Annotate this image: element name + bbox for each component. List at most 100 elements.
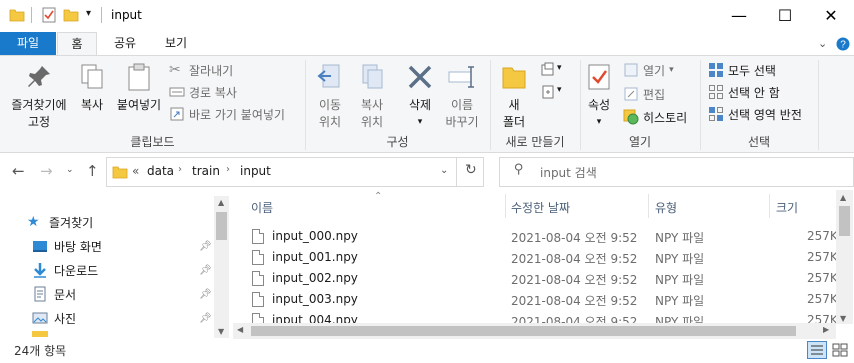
copy-to-icon [362,64,383,89]
table-row[interactable]: input_000.npy 2021-08-04 오전 9:52 NPY 파일 … [240,227,836,248]
delete-label: 삭제 [408,98,432,112]
file-type: NPY 파일 [655,315,705,323]
select-all-button[interactable]: 모두 선택 [708,60,776,80]
new-folder-icon[interactable] [63,7,79,23]
history-button[interactable]: 히스토리 [623,107,687,127]
table-row[interactable]: input_001.npy 2021-08-04 오전 9:52 NPY 파일 … [240,248,836,269]
address-dropdown-icon[interactable]: ⌄ [440,165,448,176]
details-view-icon[interactable] [807,341,827,359]
breadcrumb-data[interactable]: data [147,164,174,178]
table-row[interactable]: input_003.npy 2021-08-04 오전 9:52 NPY 파일 … [240,290,836,311]
new-folder-button[interactable]: 새 폴더 [496,62,532,131]
edit-button[interactable]: 편집 [623,84,665,104]
scissors-icon: ✂ [169,62,181,78]
select-none-button[interactable]: 선택 안 함 [708,82,780,102]
pin-icon[interactable]: 📌︎ [199,241,212,252]
copy-path-icon [169,87,185,97]
up-button[interactable]: ↑ [86,162,99,180]
paste-shortcut-button[interactable]: 바로 가기 붙여넣기 [169,104,285,124]
breadcrumb-train[interactable]: train [192,164,220,178]
nav-item-downloads[interactable]: 다운로드 [32,259,98,281]
pin-icon[interactable]: 📌︎ [199,265,212,276]
column-divider[interactable] [648,194,649,218]
nav-item-label: 다운로드 [54,263,99,278]
column-header-date[interactable]: 수정한 날짜 [511,199,570,216]
close-button[interactable]: ✕ [808,0,854,30]
search-input[interactable]: input 검색 [540,164,597,181]
paste-label: 붙여넣기 [116,98,162,112]
horizontal-scroll-thumb[interactable] [251,326,796,336]
nav-scroll-thumb[interactable] [216,212,227,240]
scroll-left-icon[interactable]: ◀ [237,325,243,334]
properties-dropdown-icon[interactable]: ▾ [584,114,614,131]
properties-icon[interactable] [41,7,57,23]
help-icon[interactable]: ? [836,37,850,51]
file-date: 2021-08-04 오전 9:52 [511,231,638,245]
column-header-type[interactable]: 유형 [655,199,677,216]
tab-view[interactable]: 보기 [160,32,192,56]
breadcrumb-chevron-icon[interactable]: › [226,164,230,175]
scroll-up-icon[interactable]: ▲ [218,198,224,207]
new-folder-label-1: 새 [508,98,520,112]
back-button[interactable]: ← [12,162,25,180]
customize-quick-access-icon[interactable]: ▾ [86,8,91,19]
breadcrumb-input[interactable]: input [240,164,271,178]
new-item-dropdown-icon[interactable]: ▾ [557,63,562,73]
open-button[interactable]: 열기 ▾ [623,60,674,80]
invert-selection-button[interactable]: 선택 영역 반전 [708,104,802,124]
nav-quick-access[interactable]: ★ 즐겨찾기 [27,211,93,233]
pin-icon[interactable]: 📌︎ [199,313,212,324]
file-list-scroll-thumb[interactable] [839,206,850,236]
select-all-icon [709,63,723,77]
column-header-size[interactable]: 크기 [776,199,798,216]
tab-home[interactable]: 홈 [57,32,97,56]
file-size: 257K [807,292,836,306]
open-icon [624,63,638,77]
copy-path-button[interactable]: 경로 복사 [169,82,237,102]
new-item-icon[interactable] [540,62,556,78]
copy-to-button[interactable]: 복사 위치 [352,62,392,131]
nav-item-pictures[interactable]: 사진 [32,307,76,329]
column-divider[interactable] [505,194,506,218]
breadcrumb-chevron-icon[interactable]: › [178,164,182,175]
collapse-ribbon-icon[interactable]: ⌄ [818,37,827,50]
scroll-down-icon[interactable]: ▼ [218,327,224,336]
recent-locations-icon[interactable]: ⌄ [66,165,74,175]
scroll-right-icon[interactable]: ▶ [823,325,829,334]
large-icons-view-icon[interactable] [830,341,850,359]
tab-share[interactable]: 공유 [109,32,141,56]
nav-item-desktop[interactable]: 바탕 화면 [32,235,102,257]
nav-item-documents[interactable]: 문서 [32,283,76,305]
select-none-label: 선택 안 함 [728,85,780,100]
move-to-button[interactable]: 이동 위치 [310,62,350,131]
delete-dropdown-icon[interactable]: ▾ [402,114,438,131]
easy-access-icon[interactable] [540,84,556,100]
scroll-down-icon[interactable]: ▼ [840,314,846,323]
delete-button[interactable]: 삭제 ▾ [402,62,438,131]
maximize-button[interactable]: ☐ [762,0,808,30]
scroll-up-icon[interactable]: ▲ [840,193,846,202]
properties-button[interactable]: 속성 ▾ [584,62,614,131]
column-divider[interactable] [769,194,770,218]
file-name: input_002.npy [272,271,358,285]
refresh-icon[interactable]: ↻ [465,162,477,178]
cut-button[interactable]: ✂ 잘라내기 [169,60,233,80]
table-row[interactable]: input_002.npy 2021-08-04 오전 9:52 NPY 파일 … [240,269,836,290]
rename-button[interactable]: 이름 바꾸기 [442,62,482,131]
minimize-button[interactable]: — [716,0,762,30]
column-header-name[interactable]: 이름 [251,199,273,216]
address-overflow[interactable]: « [132,164,139,178]
tab-file[interactable]: 파일 [0,32,56,56]
copy-button[interactable]: 복사 [76,62,108,114]
file-size: 257K [807,250,836,264]
pin-label-1: 즐겨찾기에 [11,98,67,112]
file-size: 257K [807,313,836,323]
pin-quick-access-button[interactable]: 즐겨찾기에 고정 [4,62,74,131]
forward-button[interactable]: → [40,162,53,180]
paste-button[interactable]: 붙여넣기 [114,62,164,114]
cut-label: 잘라내기 [189,63,234,78]
easy-access-dropdown-icon[interactable]: ▾ [557,85,562,95]
open-dropdown-icon[interactable]: ▾ [669,65,674,75]
table-row[interactable]: input_004.npy 2021-08-04 오전 9:52 NPY 파일 … [240,311,836,323]
pin-icon[interactable]: 📌︎ [199,289,212,300]
